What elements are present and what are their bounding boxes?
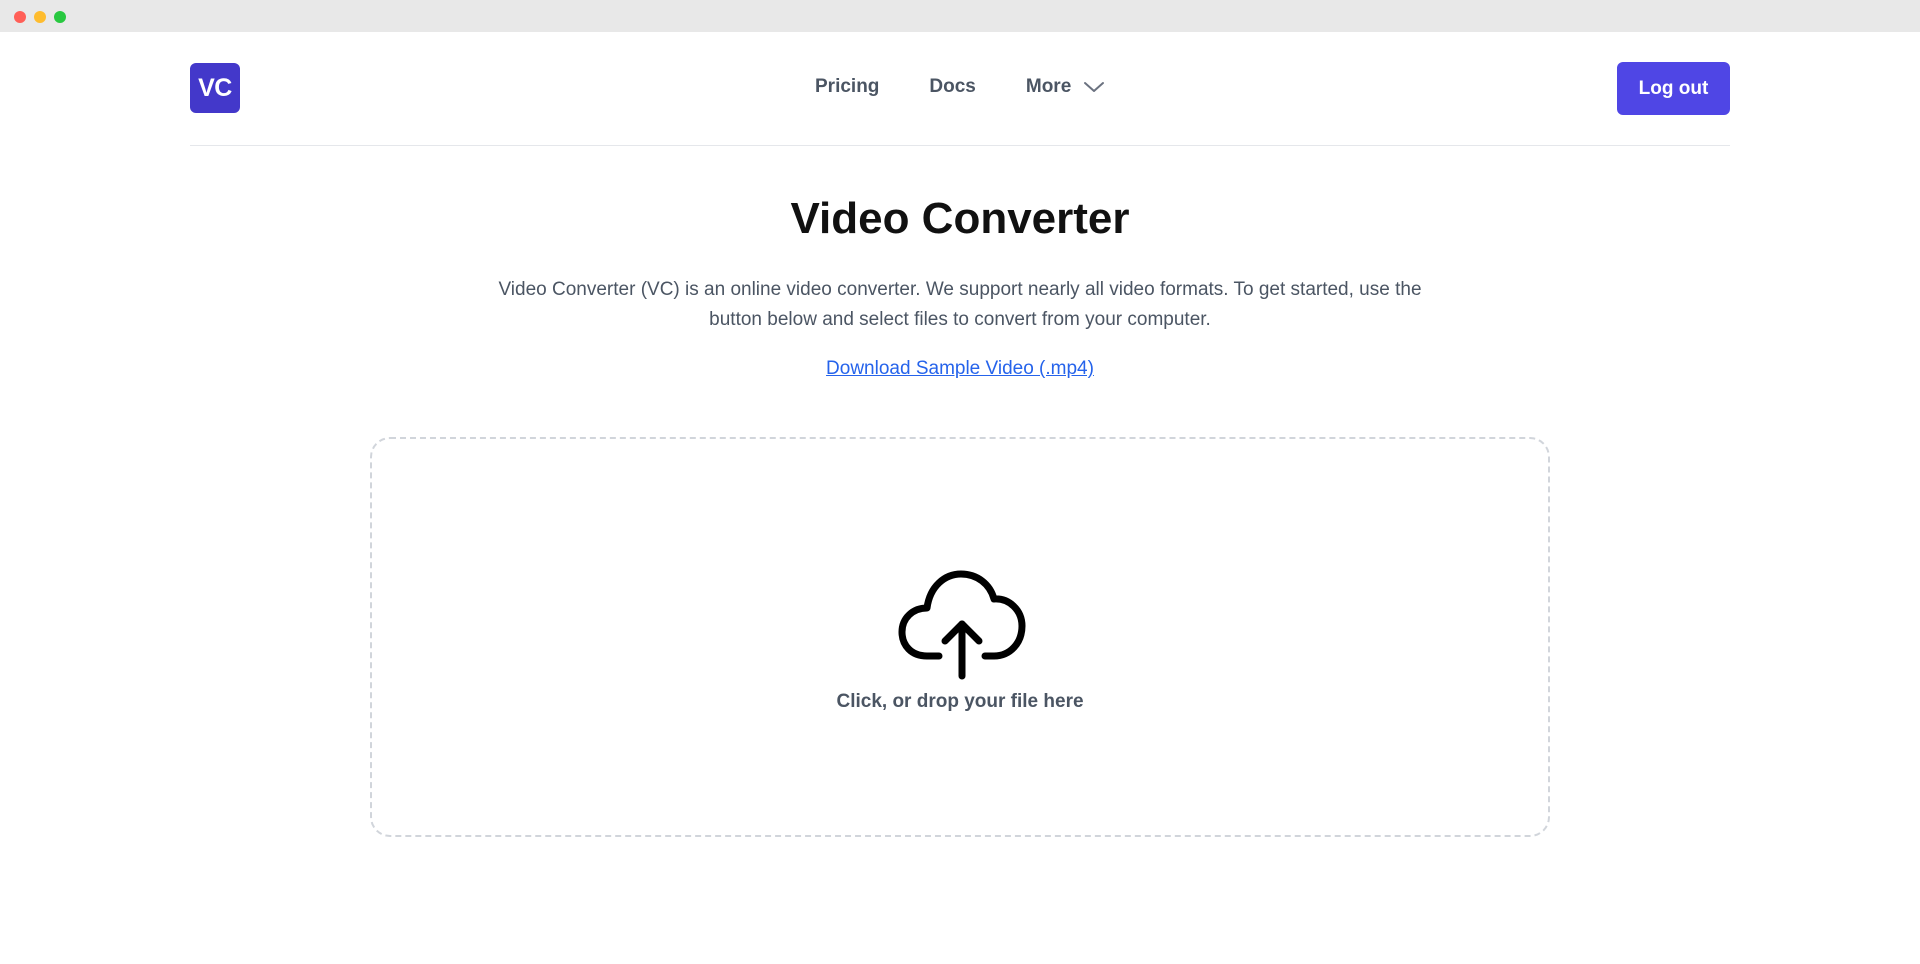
maximize-window-button[interactable] [54, 11, 66, 23]
window-titlebar [0, 0, 1920, 32]
page-title: Video Converter [790, 194, 1130, 243]
minimize-window-button[interactable] [34, 11, 46, 23]
download-sample-wrapper: Download Sample Video (.mp4) [0, 358, 1920, 380]
cloud-upload-icon [898, 570, 1026, 680]
logo[interactable]: VC [190, 63, 240, 113]
page: VC Pricing Docs More Log out Video Conve… [0, 32, 1920, 964]
nav-pricing-link[interactable]: Pricing [815, 76, 879, 98]
dropzone-label: Click, or drop your file here [836, 691, 1084, 712]
page-description: Video Converter (VC) is an online video … [498, 279, 1422, 330]
logout-button[interactable]: Log out [1617, 62, 1730, 115]
download-sample-link[interactable]: Download Sample Video (.mp4) [826, 358, 1094, 379]
browser-window: VC Pricing Docs More Log out Video Conve… [0, 0, 1920, 964]
nav-docs-link[interactable]: Docs [929, 76, 975, 98]
nav-more-dropdown[interactable]: More [1026, 76, 1105, 98]
chevron-down-icon [1084, 82, 1105, 92]
nav-more-label: More [1025, 76, 1072, 97]
main-nav: Pricing Docs More [815, 72, 1105, 102]
close-window-button[interactable] [14, 11, 26, 23]
file-dropzone[interactable]: Click, or drop your file here [370, 437, 1550, 837]
site-header: VC Pricing Docs More Log out [190, 32, 1730, 146]
